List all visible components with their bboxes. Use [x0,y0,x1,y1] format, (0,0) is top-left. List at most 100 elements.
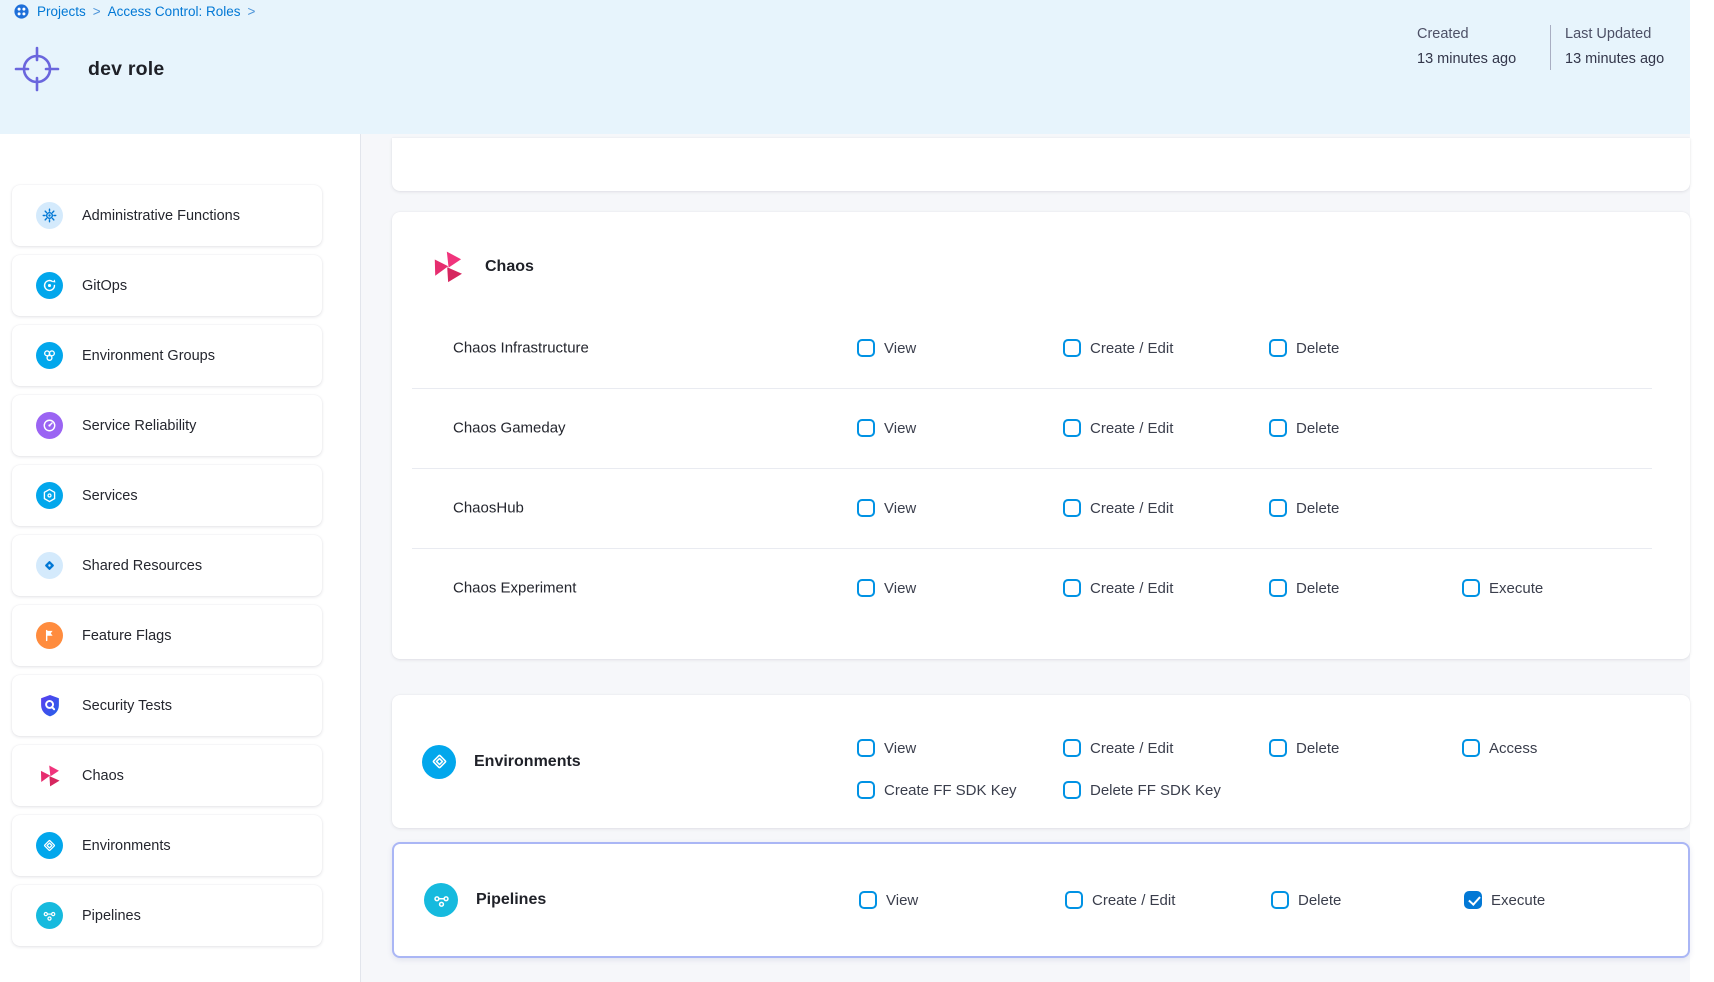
permission-delete[interactable]: Delete [1271,891,1341,909]
created-label: Created [1417,22,1516,47]
resource-label: ChaosHub [453,500,524,517]
sidebar-item-label: Pipelines [82,908,141,924]
resource-row-chaos-experiment: Chaos Experiment View Create / Edit Dele… [392,548,1690,628]
permission-view[interactable]: View [857,579,916,597]
pipelines-icon [36,902,63,929]
service-reliability-icon [36,412,63,439]
sidebar-item-environment-groups[interactable]: Environment Groups [12,325,322,386]
sidebar-item-label: Services [82,488,138,504]
checkbox[interactable] [1063,499,1081,517]
section-header-environments: Environments [422,745,581,779]
checkbox[interactable] [1269,339,1287,357]
permission-create-edit[interactable]: Create / Edit [1063,579,1173,597]
last-updated-value: 13 minutes ago [1565,47,1664,72]
checkbox[interactable] [1063,579,1081,597]
sidebar-item-label: Feature Flags [82,628,171,644]
permission-create-ff-sdk-key[interactable]: Create FF SDK Key [857,781,1017,799]
checkbox[interactable] [1063,739,1081,757]
chaos-rows: Chaos Infrastructure View Create / Edit … [392,308,1690,628]
permission-create-edit[interactable]: Create / Edit [1063,339,1173,357]
permission-delete-ff-sdk-key[interactable]: Delete FF SDK Key [1063,781,1221,799]
resource-label: Chaos Experiment [453,580,576,597]
permission-access[interactable]: Access [1462,739,1537,757]
checkbox[interactable] [1271,891,1289,909]
breadcrumb-projects[interactable]: Projects [37,4,86,19]
checkbox[interactable] [857,579,875,597]
gear-icon [36,202,63,229]
shared-resources-icon [36,552,63,579]
sidebar-item-pipelines[interactable]: Pipelines [12,885,322,946]
page: Projects > Access Control: Roles > dev r… [0,0,1714,982]
sidebar-item-label: GitOps [82,278,127,294]
sidebar-item-security-tests[interactable]: Security Tests [12,675,322,736]
permission-delete[interactable]: Delete [1269,499,1339,517]
last-updated-label: Last Updated [1565,22,1664,47]
permission-delete[interactable]: Delete [1269,339,1339,357]
breadcrumb-access-control-roles[interactable]: Access Control: Roles [108,4,241,19]
permission-delete[interactable]: Delete [1269,579,1339,597]
pipelines-icon [424,883,458,917]
checkbox[interactable] [1269,739,1287,757]
resource-row-chaos-gameday: Chaos Gameday View Create / Edit Delete [392,388,1690,468]
sidebar-item-services[interactable]: Services [12,465,322,526]
permission-view[interactable]: View [859,891,918,909]
checkbox[interactable] [857,339,875,357]
title-row: dev role [12,44,164,94]
resource-sidebar: Administrative Functions GitOps Environm… [0,134,360,982]
permission-view[interactable]: View [857,419,916,437]
environment-groups-icon [36,342,63,369]
checkbox[interactable] [1462,579,1480,597]
page-header: Projects > Access Control: Roles > dev r… [0,0,1690,134]
previous-section-card-cutoff [392,138,1690,191]
permission-view[interactable]: View [857,739,916,757]
checkbox[interactable] [857,739,875,757]
checkbox[interactable] [1065,891,1083,909]
permission-create-edit[interactable]: Create / Edit [1063,739,1173,757]
permission-view[interactable]: View [857,499,916,517]
checkbox[interactable] [857,499,875,517]
section-title: Pipelines [476,891,546,909]
created-value: 13 minutes ago [1417,47,1516,72]
section-header-pipelines: Pipelines [424,883,546,917]
sidebar-item-service-reliability[interactable]: Service Reliability [12,395,322,456]
sidebar-item-chaos[interactable]: Chaos [12,745,322,806]
permissions-panel: Chaos Chaos Infrastructure View Create /… [360,134,1690,982]
permission-execute[interactable]: Execute [1462,579,1543,597]
checkbox[interactable] [1269,499,1287,517]
permission-delete[interactable]: Delete [1269,739,1339,757]
role-target-icon [12,44,62,94]
breadcrumb-separator: > [93,4,101,19]
security-tests-icon [36,692,63,719]
sidebar-item-label: Administrative Functions [82,208,240,224]
meta-divider [1550,25,1551,70]
sidebar-item-label: Service Reliability [82,418,196,434]
sidebar-item-gitops[interactable]: GitOps [12,255,322,316]
gitops-icon [36,272,63,299]
sidebar-item-label: Chaos [82,768,124,784]
sidebar-item-administrative-functions[interactable]: Administrative Functions [12,185,322,246]
sidebar-item-label: Security Tests [82,698,172,714]
checkbox[interactable] [859,891,877,909]
sidebar-item-shared-resources[interactable]: Shared Resources [12,535,322,596]
permission-delete[interactable]: Delete [1269,419,1339,437]
section-header-chaos: Chaos [429,248,534,286]
sidebar-item-environments[interactable]: Environments [12,815,322,876]
permission-view[interactable]: View [857,339,916,357]
resource-row-chaos-infrastructure: Chaos Infrastructure View Create / Edit … [392,308,1690,388]
checkbox[interactable] [1269,579,1287,597]
last-updated-meta: Last Updated 13 minutes ago [1565,22,1664,72]
checkbox[interactable] [1063,419,1081,437]
checkbox[interactable] [1462,739,1480,757]
permission-create-edit[interactable]: Create / Edit [1063,499,1173,517]
sidebar-item-feature-flags[interactable]: Feature Flags [12,605,322,666]
permission-create-edit[interactable]: Create / Edit [1065,891,1175,909]
checkbox[interactable] [857,419,875,437]
checkbox[interactable] [1063,339,1081,357]
checkbox[interactable] [857,781,875,799]
checkbox[interactable] [1269,419,1287,437]
permission-execute[interactable]: Execute [1464,891,1545,909]
breadcrumb-separator: > [247,4,255,19]
permission-create-edit[interactable]: Create / Edit [1063,419,1173,437]
checkbox[interactable] [1464,891,1482,909]
checkbox[interactable] [1063,781,1081,799]
